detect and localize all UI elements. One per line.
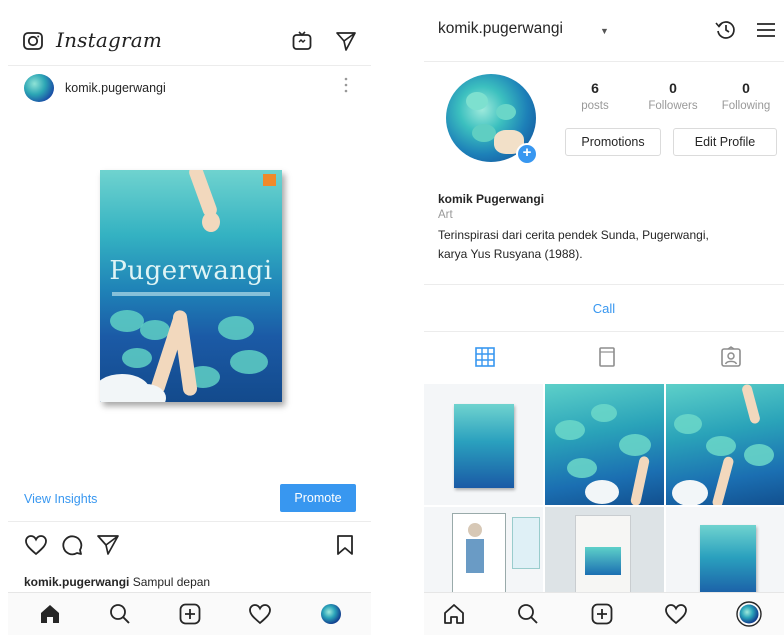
posts-grid — [424, 384, 784, 592]
instagram-logo: Instagram — [56, 28, 163, 52]
post-author-username[interactable]: komik.pugerwangi — [65, 81, 166, 95]
grid-post-2[interactable] — [545, 384, 664, 505]
profile-tabs — [424, 332, 784, 384]
comment-icon[interactable] — [60, 534, 84, 561]
promote-button[interactable]: Promote — [280, 484, 356, 512]
following-count: 0 — [742, 80, 750, 96]
bio-line-1: Terinspirasi dari cerita pendek Sunda, P… — [438, 228, 709, 242]
feed-top-bar: Instagram — [8, 0, 371, 66]
post-header: komik.pugerwangi — [8, 66, 371, 108]
profile-username-switcher[interactable]: komik.pugerwangi — [438, 20, 563, 38]
followers-count: 0 — [669, 80, 677, 96]
bottom-nav-profile — [424, 592, 784, 635]
promotions-button[interactable]: Promotions — [565, 128, 661, 156]
add-post-icon[interactable] — [178, 602, 202, 631]
feed-screen: Instagram komik.pugerwangi Pugerwangi Vi… — [8, 0, 371, 635]
home-icon[interactable] — [38, 602, 62, 631]
bottom-nav — [8, 592, 371, 635]
posts-label: posts — [581, 100, 609, 112]
grid-post-3[interactable] — [666, 384, 784, 505]
add-story-plus-icon[interactable]: + — [516, 143, 538, 165]
chevron-down-icon[interactable]: ▼ — [600, 26, 609, 36]
caption-text: Sampul depan — [132, 575, 211, 589]
menu-icon[interactable] — [754, 18, 778, 47]
home-icon[interactable] — [442, 602, 466, 631]
grid-post-5[interactable] — [545, 507, 664, 592]
post-author-avatar[interactable] — [24, 74, 54, 102]
activity-heart-icon[interactable] — [248, 602, 272, 631]
post-caption: komik.pugerwangi Sampul depan — [24, 575, 210, 589]
search-icon[interactable] — [516, 602, 540, 631]
profile-top-bar: komik.pugerwangi ▼ — [424, 0, 784, 62]
stat-followers[interactable]: 0 Followers — [638, 80, 708, 112]
more-options-icon[interactable] — [343, 76, 349, 94]
direct-send-icon[interactable] — [335, 30, 357, 57]
profile-avatar[interactable] — [320, 603, 342, 630]
stat-posts[interactable]: 6 posts — [565, 80, 625, 112]
share-icon[interactable] — [96, 534, 120, 561]
view-insights-link[interactable]: View Insights — [24, 492, 97, 506]
book-subtitle-line — [112, 292, 270, 296]
profile-avatar[interactable] — [736, 601, 762, 632]
post-actions — [8, 522, 371, 568]
tagged-icon[interactable] — [720, 346, 742, 373]
grid-post-1[interactable] — [424, 384, 543, 505]
caption-username[interactable]: komik.pugerwangi — [24, 575, 129, 589]
edit-profile-button[interactable]: Edit Profile — [673, 128, 777, 156]
feed-icon[interactable] — [596, 346, 618, 373]
grid-icon[interactable] — [474, 346, 496, 373]
book-title: Pugerwangi — [109, 256, 273, 286]
publisher-badge — [263, 174, 276, 186]
book-cover: Pugerwangi — [100, 170, 282, 402]
bio-line-2: karya Yus Rusyana (1988). — [438, 247, 583, 261]
following-label: Following — [721, 100, 771, 112]
bookmark-icon[interactable] — [335, 534, 355, 561]
post-image[interactable]: Pugerwangi — [8, 108, 371, 468]
bio-category: Art — [438, 209, 453, 221]
stat-following[interactable]: 0 Following — [710, 80, 782, 112]
followers-label: Followers — [648, 100, 698, 112]
call-button[interactable]: Call — [424, 284, 784, 332]
igtv-icon[interactable] — [291, 30, 313, 57]
archive-history-icon[interactable] — [714, 18, 738, 47]
search-icon[interactable] — [108, 602, 132, 631]
add-post-icon[interactable] — [590, 602, 614, 631]
insights-row: View Insights Promote — [8, 468, 371, 522]
grid-post-6[interactable] — [666, 507, 784, 592]
heart-icon[interactable] — [24, 534, 48, 561]
profile-screen: komik.pugerwangi ▼ + 6 posts 0 Followers… — [424, 0, 784, 635]
posts-count: 6 — [591, 80, 599, 96]
activity-heart-icon[interactable] — [664, 602, 688, 631]
bio-description: Terinspirasi dari cerita pendek Sunda, P… — [438, 226, 778, 264]
camera-icon[interactable] — [22, 30, 44, 57]
bio-name: komik Pugerwangi — [438, 192, 545, 206]
grid-post-4[interactable] — [424, 507, 543, 592]
